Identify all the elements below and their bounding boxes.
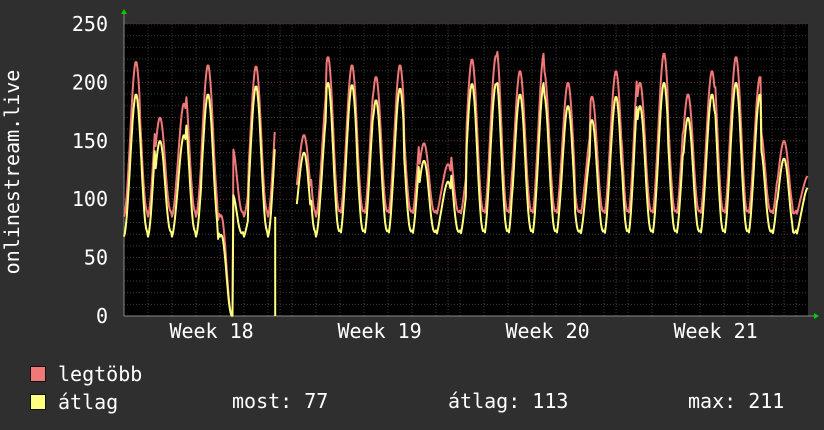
- stat-average: átlag: 113: [448, 389, 569, 413]
- x-tick-label: Week 21: [673, 319, 757, 343]
- y-tick-label: 200: [72, 70, 108, 94]
- y-tick-label: 50: [84, 246, 108, 270]
- y-axis-arrow-icon: [121, 9, 127, 14]
- y-tick-label: 100: [72, 187, 108, 211]
- chart: 0 50 100 150 200 250 Week 18 Week 19 Week 20 Week…: [0, 9, 819, 343]
- x-tick-label: Week 19: [337, 319, 421, 343]
- legend-item-max: legtöbb: [30, 362, 143, 386]
- y-tick-label: 250: [72, 12, 108, 36]
- legend-label-max: legtöbb: [58, 362, 143, 386]
- x-axis-arrow-icon: [814, 313, 819, 319]
- legend-swatch-avg: [30, 394, 46, 410]
- stat-now: most: 77: [232, 389, 329, 413]
- legend-label-avg: átlag: [58, 390, 119, 414]
- x-tick-label: Week 20: [505, 319, 589, 343]
- x-tick-label: Week 18: [169, 319, 253, 343]
- y-tick-label: 0: [96, 304, 108, 328]
- y-tick-label: 150: [72, 129, 108, 153]
- legend-item-avg: átlag: [30, 390, 119, 414]
- stat-max: max: 211: [688, 389, 785, 413]
- y-axis-label: onlinestream.live: [0, 70, 24, 275]
- legend-swatch-max: [30, 366, 46, 382]
